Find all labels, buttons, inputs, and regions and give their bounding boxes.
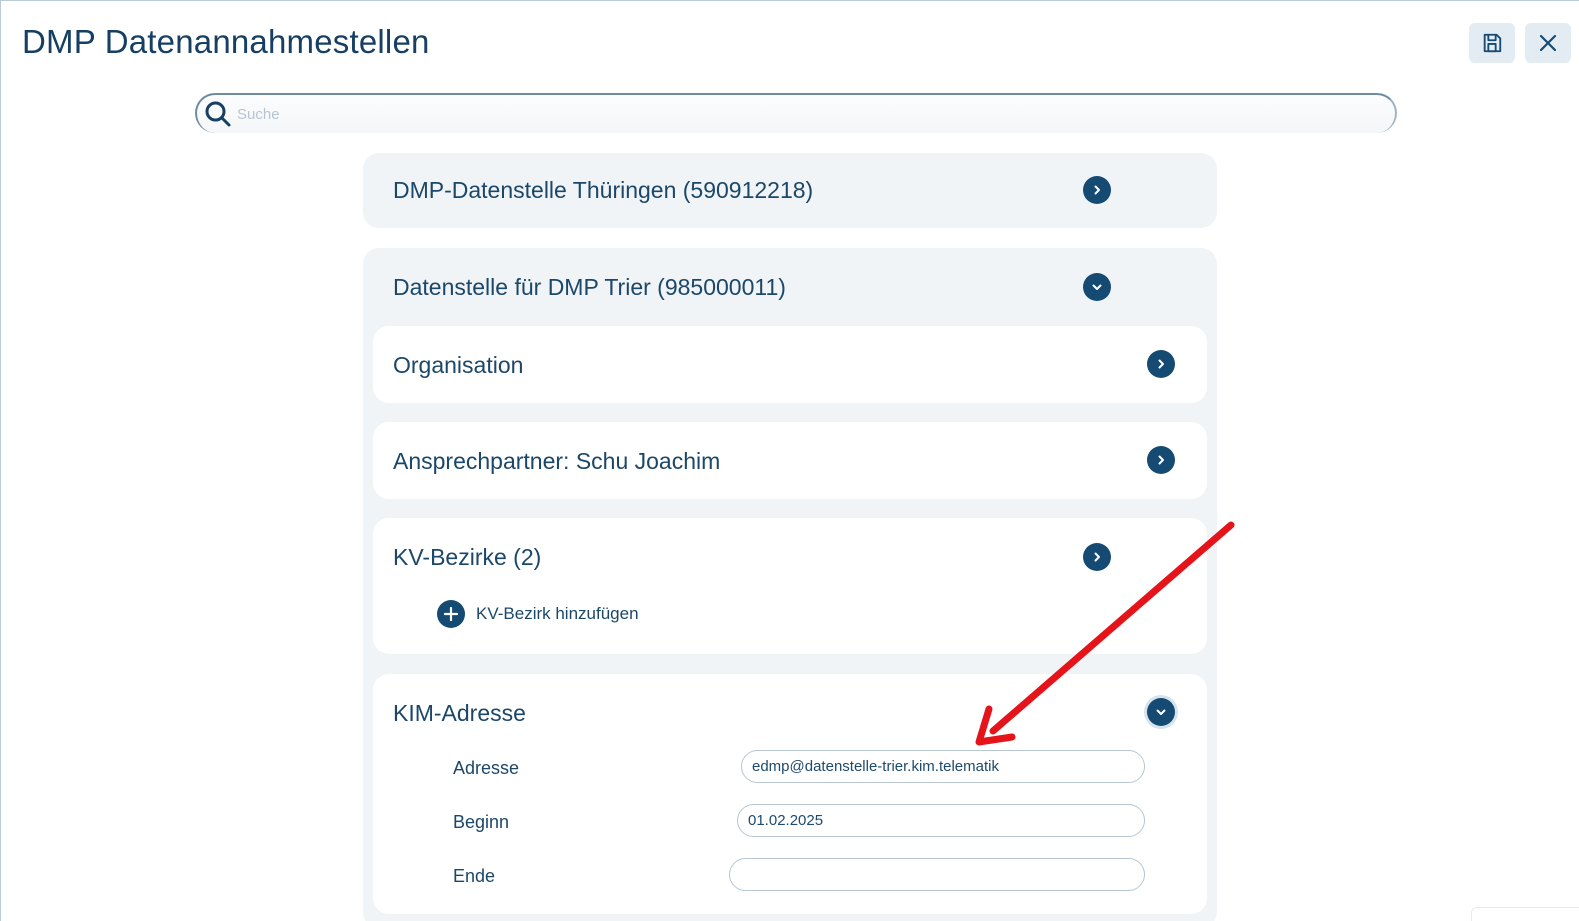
field-label-ende: Ende	[453, 866, 496, 886]
close-icon	[1539, 34, 1557, 52]
chevron-down-icon	[1092, 284, 1102, 290]
expand-button[interactable]	[1147, 350, 1175, 378]
section-kim-adresse: KIM-Adresse Adresse Beginn Ende	[373, 674, 1207, 914]
close-button[interactable]	[1525, 23, 1571, 63]
window-title: DMP Datenannahmestellen	[22, 23, 430, 60]
section-kv-bezirke: KV-Bezirke (2) KV-Bezirk hinzufügen	[373, 518, 1207, 654]
add-kv-bezirk-button[interactable]: KV-Bezirk hinzufügen	[437, 600, 639, 628]
search-input[interactable]	[237, 105, 1337, 123]
collapse-button[interactable]	[1147, 698, 1175, 726]
chevron-right-icon	[1094, 552, 1100, 562]
chevron-right-icon	[1158, 455, 1164, 465]
expand-button[interactable]	[1083, 543, 1111, 571]
save-icon	[1483, 33, 1502, 53]
section-ansprechpartner[interactable]: Ansprechpartner: Schu Joachim	[373, 422, 1207, 499]
field-label-adresse: Adresse	[453, 758, 520, 778]
expand-button[interactable]	[1147, 446, 1175, 474]
expand-button[interactable]	[1083, 176, 1111, 204]
search-icon	[203, 99, 233, 129]
adresse-input[interactable]	[741, 750, 1145, 783]
ende-input[interactable]	[729, 858, 1145, 891]
field-label-beginn: Beginn	[453, 812, 510, 832]
chevron-right-icon	[1158, 359, 1164, 369]
search-bar	[195, 93, 1397, 133]
collapse-button[interactable]	[1083, 273, 1111, 301]
resize-corner	[1471, 907, 1579, 921]
chevron-down-icon	[1156, 709, 1166, 715]
chevron-right-icon	[1094, 185, 1100, 195]
section-title: KIM-Adresse	[393, 700, 526, 726]
entry-title: DMP-Datenstelle Thüringen (590912218)	[393, 177, 814, 203]
section-title: Ansprechpartner: Schu Joachim	[393, 448, 721, 474]
section-organisation[interactable]: Organisation	[373, 326, 1207, 403]
plus-icon	[437, 600, 465, 628]
save-button[interactable]	[1469, 23, 1515, 63]
add-kv-bezirk-label: KV-Bezirk hinzufügen	[476, 604, 639, 623]
entry-title: Datenstelle für DMP Trier (985000011)	[393, 274, 786, 300]
entry-thueringen[interactable]: DMP-Datenstelle Thüringen (590912218)	[363, 153, 1217, 228]
section-title: KV-Bezirke (2)	[393, 544, 542, 570]
section-title: Organisation	[393, 352, 524, 378]
beginn-input[interactable]	[737, 804, 1145, 837]
